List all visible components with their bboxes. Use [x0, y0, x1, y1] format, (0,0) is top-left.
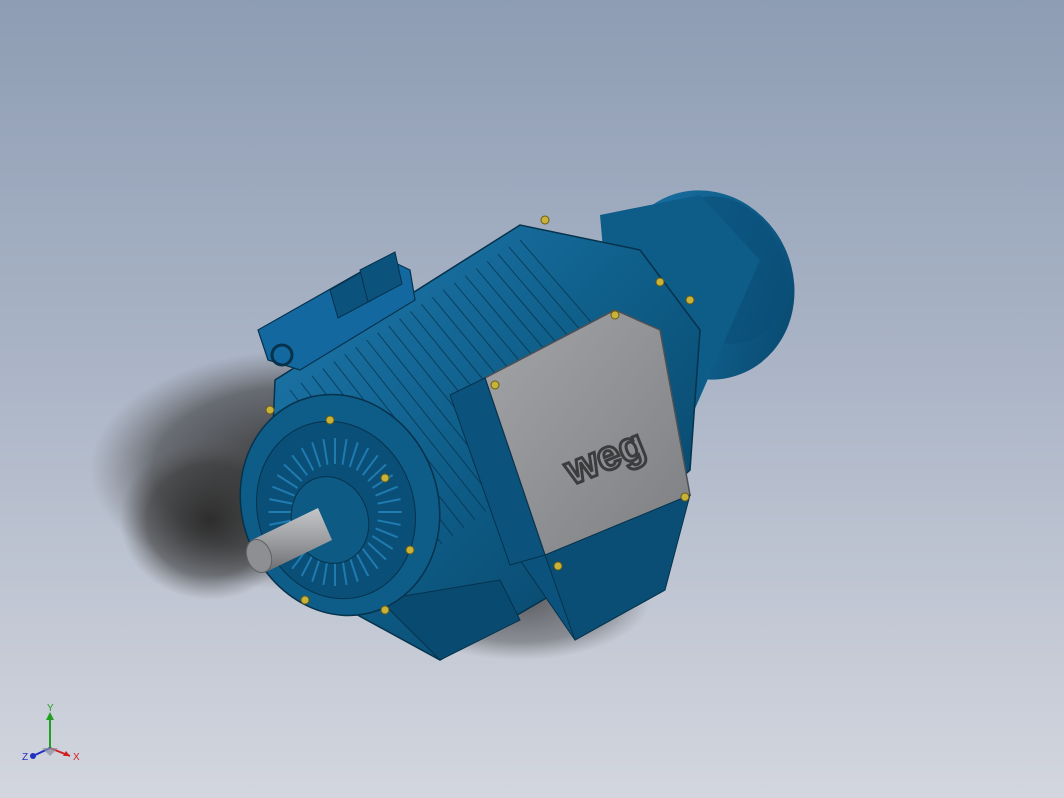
- axis-triad[interactable]: X Y Z: [18, 700, 90, 772]
- motor-model-scene[interactable]: weg: [0, 0, 1064, 798]
- y-axis-label: Y: [47, 703, 54, 714]
- 3d-viewport[interactable]: weg X Y Z: [0, 0, 1064, 798]
- x-axis-label: X: [73, 752, 80, 763]
- z-axis-label: Z: [22, 752, 28, 763]
